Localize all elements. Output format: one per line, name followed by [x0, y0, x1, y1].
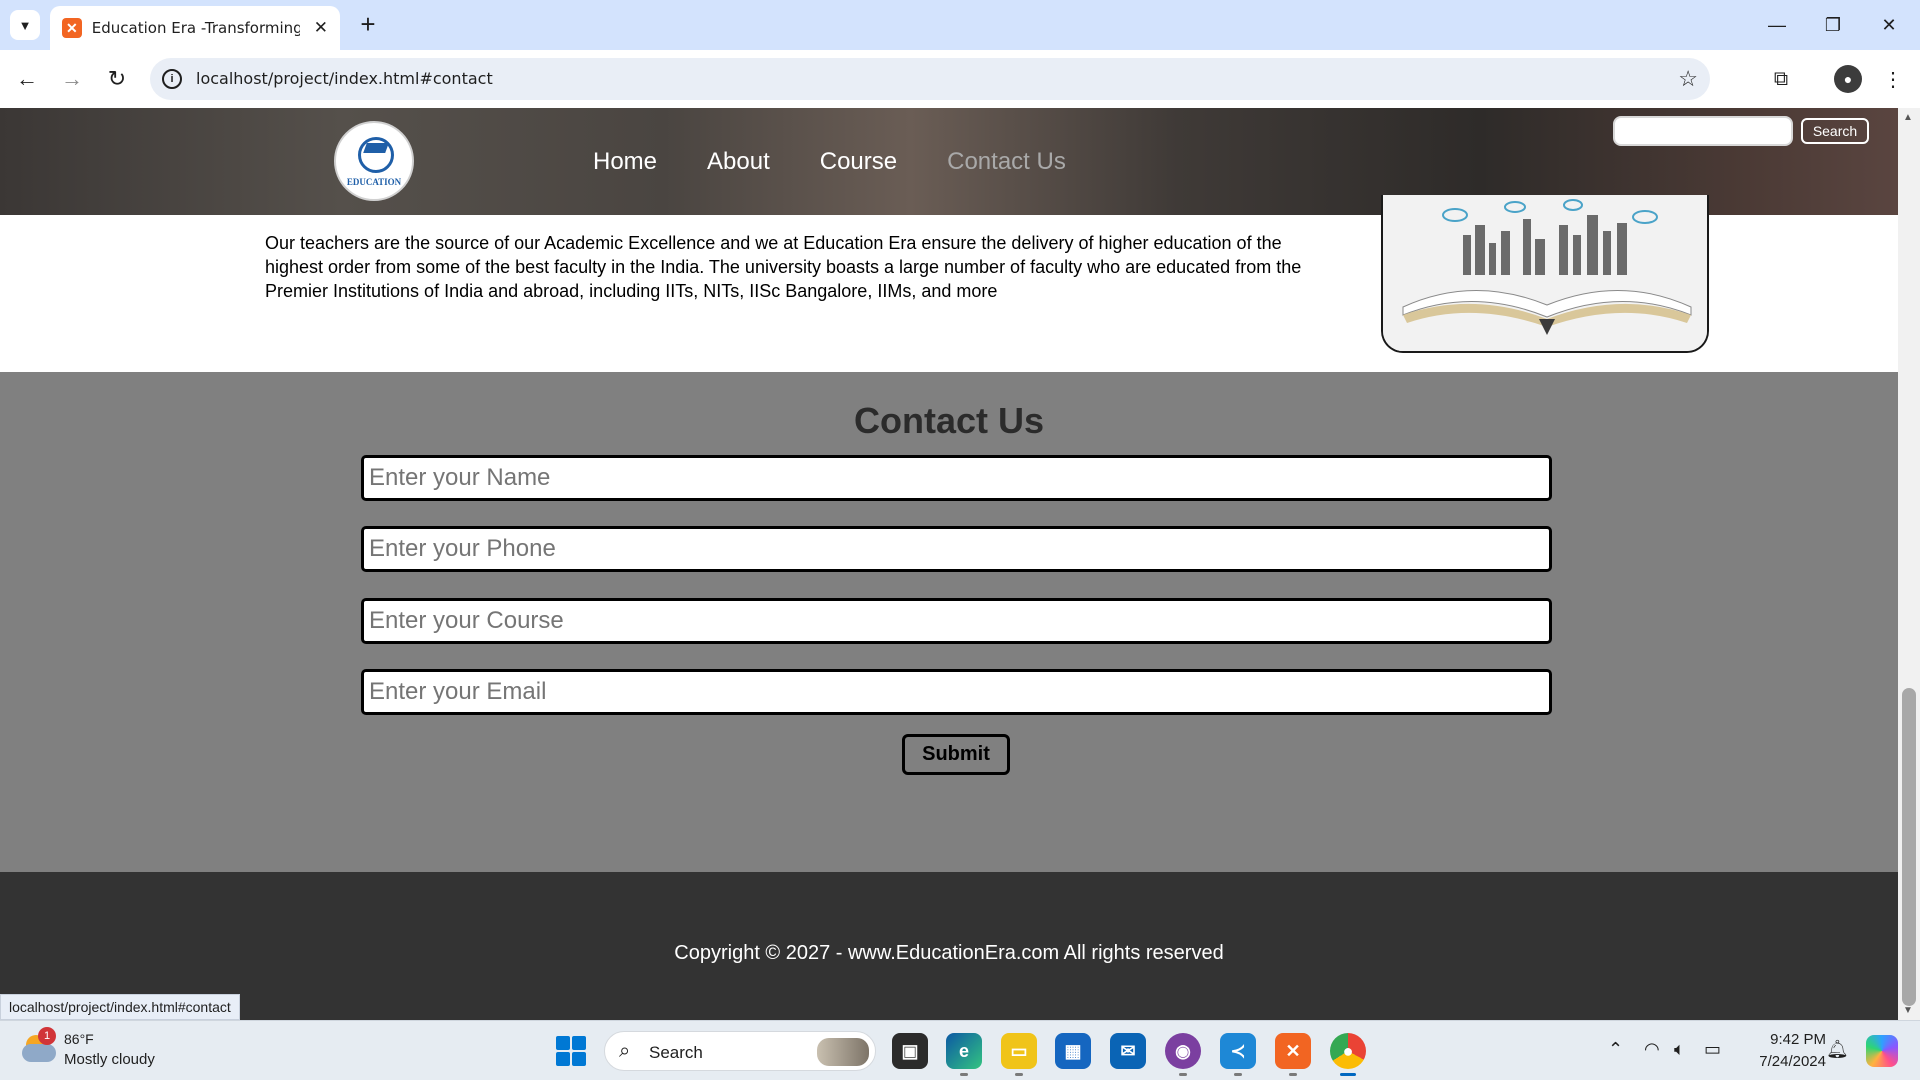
edge-icon[interactable]: e [946, 1033, 982, 1069]
window-close-icon[interactable]: ✕ [1874, 10, 1904, 40]
new-tab-plus-icon[interactable]: + [352, 8, 384, 40]
phone-input[interactable] [361, 526, 1552, 572]
xampp-icon[interactable]: ✕ [1275, 1033, 1311, 1069]
course-input[interactable] [361, 598, 1552, 644]
contact-section: Contact Us Submit [0, 372, 1898, 872]
windows-taskbar: 1 86°F Mostly cloudy ⌕ Search ▣ e ▭ ▦ ✉ … [0, 1020, 1920, 1080]
tray-chevron-up-icon[interactable]: ⌃ [1608, 1039, 1623, 1060]
name-input[interactable] [361, 455, 1552, 501]
site-search-input[interactable] [1613, 116, 1793, 146]
store-icon[interactable]: ▦ [1055, 1033, 1091, 1069]
notification-bell-icon[interactable]: 🔔︎ [1826, 1039, 1849, 1060]
reload-icon[interactable]: ↻ [102, 64, 132, 94]
scrollbar-thumb[interactable] [1902, 688, 1916, 1006]
search-icon: ⌕ [619, 1040, 631, 1062]
task-view-icon[interactable]: ▣ [892, 1033, 928, 1069]
logo-graduation-cap-icon [363, 143, 389, 153]
taskbar-search-label: Search [649, 1043, 703, 1062]
profile-avatar-icon[interactable]: ● [1834, 65, 1862, 93]
browser-tab-active[interactable]: ✕ Education Era -Transforming Or ✕ [50, 6, 340, 50]
contact-title: Contact Us [853, 400, 1045, 441]
weather-temperature[interactable]: 86°F [64, 1031, 94, 1047]
nav-course[interactable]: Course [820, 148, 897, 176]
weather-badge: 1 [38, 1027, 56, 1045]
xampp-favicon-icon: ✕ [62, 18, 82, 38]
faculty-paragraph: Our teachers are the source of our Acade… [265, 233, 1302, 301]
page-scrollbar[interactable]: ▲ ▼ [1898, 108, 1920, 1020]
address-bar[interactable]: i localhost/project/index.html#contact ☆ [150, 58, 1710, 100]
tab-search-chevron-icon[interactable]: ▼ [10, 10, 40, 40]
clock-date[interactable]: 7/24/2024 [1759, 1053, 1826, 1070]
browser-tabbar: ▼ ✕ Education Era -Transforming Or ✕ + —… [0, 0, 1920, 50]
vscode-icon[interactable]: ≺ [1220, 1033, 1256, 1069]
minimize-icon[interactable]: — [1762, 10, 1792, 40]
nav-about[interactable]: About [707, 148, 770, 176]
restore-icon[interactable]: ❐ [1818, 10, 1848, 40]
site-footer: Copyright © 2027 - www.EducationEra.com … [0, 872, 1898, 1020]
github-desktop-icon[interactable]: ◉ [1165, 1033, 1201, 1069]
email-input[interactable] [361, 669, 1552, 715]
forward-arrow-icon[interactable]: → [57, 64, 87, 94]
volume-icon[interactable]: 🔈︎ [1674, 1039, 1685, 1060]
weather-description[interactable]: Mostly cloudy [64, 1051, 155, 1068]
copilot-icon[interactable] [1866, 1035, 1898, 1067]
nav-contact-us[interactable]: Contact Us [947, 148, 1066, 176]
nav-home[interactable]: Home [593, 148, 657, 176]
open-book-city-image [1381, 195, 1709, 353]
browser-toolbar: ← → ↻ i localhost/project/index.html#con… [0, 50, 1920, 108]
footer-copyright: Copyright © 2027 - www.EducationEra.com … [674, 942, 1224, 964]
browser-menu-kebab-icon[interactable]: ⋮ [1876, 62, 1910, 96]
bookmark-star-icon[interactable]: ☆ [1678, 66, 1698, 92]
extensions-puzzle-icon[interactable]: ⧉ [1764, 62, 1798, 96]
mail-icon[interactable]: ✉ [1110, 1033, 1146, 1069]
tab-close-icon[interactable]: ✕ [314, 18, 328, 38]
site-search-button[interactable]: Search [1801, 118, 1869, 144]
taskbar-search-box[interactable]: ⌕ Search [604, 1031, 876, 1071]
scroll-down-arrow-icon[interactable]: ▼ [1903, 1005, 1913, 1016]
site-info-icon[interactable]: i [162, 69, 182, 89]
windows-start-icon[interactable] [556, 1036, 586, 1066]
tab-title: Education Era -Transforming Or [91, 19, 300, 37]
wifi-icon[interactable]: ◠ [1644, 1039, 1660, 1060]
status-bar-url: localhost/project/index.html#contact [0, 994, 240, 1020]
chrome-icon[interactable]: ● [1330, 1033, 1366, 1069]
battery-icon[interactable]: ▭ [1704, 1039, 1721, 1060]
page-viewport: EDUCATION Home About Course Contact Us S… [0, 108, 1920, 1020]
scroll-up-arrow-icon[interactable]: ▲ [1903, 112, 1913, 123]
search-highlight-image [817, 1038, 869, 1066]
logo-text: EDUCATION [346, 177, 402, 187]
clock-time[interactable]: 9:42 PM [1770, 1031, 1826, 1048]
site-nav: Home About Course Contact Us [593, 148, 1116, 176]
back-arrow-icon[interactable]: ← [12, 64, 42, 94]
education-logo[interactable]: EDUCATION [334, 121, 414, 201]
address-url[interactable]: localhost/project/index.html#contact [196, 69, 493, 88]
submit-button[interactable]: Submit [902, 734, 1010, 775]
file-explorer-icon[interactable]: ▭ [1001, 1033, 1037, 1069]
